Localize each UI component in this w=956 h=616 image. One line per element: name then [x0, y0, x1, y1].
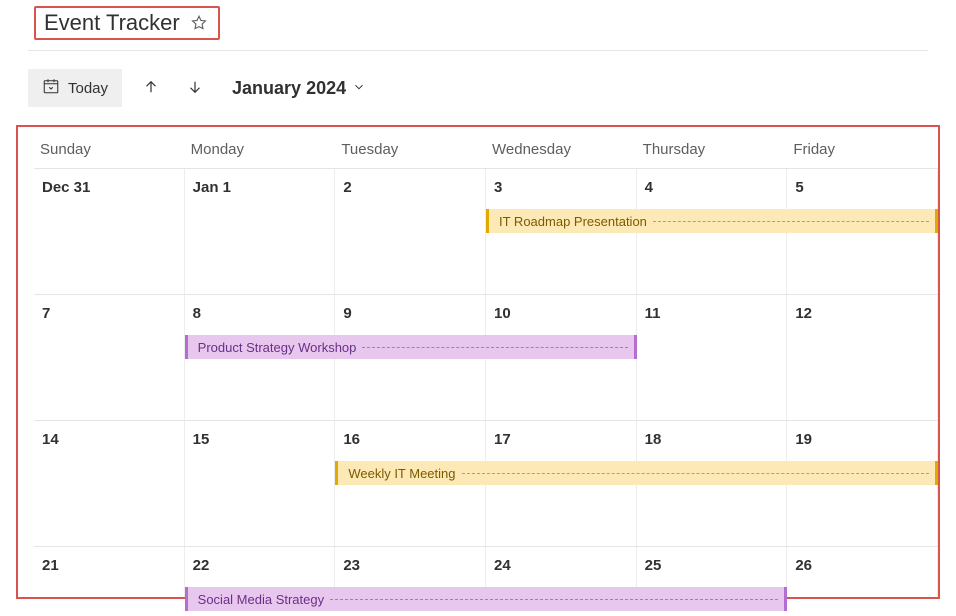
today-label: Today [68, 80, 108, 97]
date-label: 21 [42, 557, 59, 574]
date-label: 16 [343, 431, 360, 448]
day-header: Sunday [34, 135, 185, 168]
date-label: 11 [645, 305, 661, 322]
calendar-week: 7 8 9 10 11 12 Product Strategy Workshop [34, 295, 938, 421]
calendar-container: Sunday Monday Tuesday Wednesday Thursday… [16, 125, 940, 599]
date-label: 26 [795, 557, 812, 574]
calendar-event[interactable]: Product Strategy Workshop [185, 335, 637, 359]
star-icon[interactable] [190, 14, 208, 32]
calendar-event[interactable]: Social Media Strategy [185, 587, 788, 611]
arrow-up-icon [142, 84, 160, 99]
month-label: January 2024 [232, 78, 346, 99]
date-label: 24 [494, 557, 511, 574]
date-label: Jan 1 [193, 179, 231, 196]
calendar-cell[interactable]: 26 [787, 547, 938, 597]
day-header: Wednesday [486, 135, 637, 168]
date-label: 19 [795, 431, 812, 448]
event-title: Social Media Strategy [198, 592, 324, 607]
event-title: Weekly IT Meeting [348, 466, 455, 481]
title-container: Event Tracker [34, 6, 220, 40]
toolbar: Today January 2024 [0, 51, 956, 125]
date-label: 23 [343, 557, 360, 574]
page-title: Event Tracker [44, 10, 180, 36]
calendar-icon [42, 77, 60, 99]
calendar-cell[interactable]: 15 [185, 421, 336, 546]
date-label: 8 [193, 305, 201, 322]
next-arrow-button[interactable] [180, 72, 210, 105]
date-label: 18 [645, 431, 662, 448]
calendar-event[interactable]: IT Roadmap Presentation [486, 209, 938, 233]
today-button[interactable]: Today [28, 69, 122, 107]
calendar-cell[interactable]: 2 [335, 169, 486, 294]
date-label: 15 [193, 431, 210, 448]
calendar-cell[interactable]: 12 [787, 295, 938, 420]
date-label: 17 [494, 431, 511, 448]
calendar-cell[interactable]: 7 [34, 295, 185, 420]
chevron-down-icon [352, 78, 366, 99]
date-label: 9 [343, 305, 351, 322]
calendar-week: Dec 31 Jan 1 2 3 4 5 IT Roadmap Presenta… [34, 169, 938, 295]
date-label: 14 [42, 431, 59, 448]
prev-arrow-button[interactable] [136, 72, 166, 105]
date-label: 5 [795, 179, 803, 196]
calendar-cell[interactable]: 21 [34, 547, 185, 597]
calendar-cell[interactable]: 11 [637, 295, 788, 420]
date-label: 2 [343, 179, 351, 196]
day-header: Tuesday [335, 135, 486, 168]
day-header-row: Sunday Monday Tuesday Wednesday Thursday… [34, 135, 938, 169]
day-header: Friday [787, 135, 938, 168]
arrow-down-icon [186, 84, 204, 99]
date-label: 4 [645, 179, 653, 196]
date-label: 22 [193, 557, 210, 574]
calendar-week: 21 22 23 24 25 26 Social Media Strategy [34, 547, 938, 597]
day-header: Thursday [637, 135, 788, 168]
calendar-event[interactable]: Weekly IT Meeting [335, 461, 938, 485]
calendar-cell[interactable]: 14 [34, 421, 185, 546]
calendar: Sunday Monday Tuesday Wednesday Thursday… [34, 135, 938, 597]
calendar-cell[interactable]: Dec 31 [34, 169, 185, 294]
event-title: Product Strategy Workshop [198, 340, 357, 355]
day-header: Monday [185, 135, 336, 168]
date-label: 12 [795, 305, 812, 322]
calendar-week: 14 15 16 17 18 19 Weekly IT Meeting [34, 421, 938, 547]
calendar-cell[interactable]: Jan 1 [185, 169, 336, 294]
date-label: 10 [494, 305, 511, 322]
date-label: 3 [494, 179, 502, 196]
event-title: IT Roadmap Presentation [499, 214, 647, 229]
date-label: Dec 31 [42, 179, 90, 196]
date-label: 25 [645, 557, 662, 574]
month-selector[interactable]: January 2024 [232, 78, 366, 99]
date-label: 7 [42, 305, 50, 322]
